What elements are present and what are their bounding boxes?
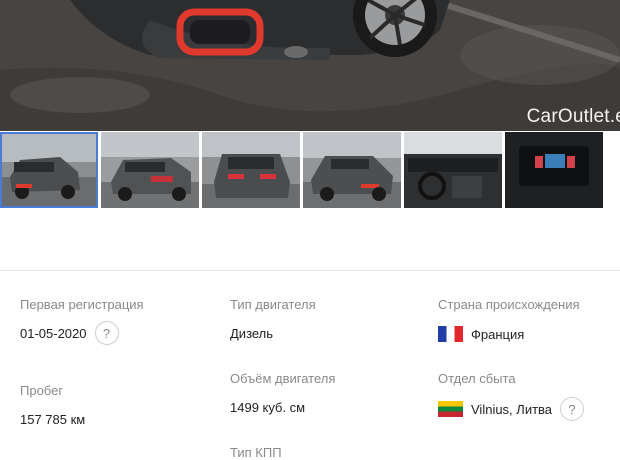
thumbnail-3[interactable] xyxy=(202,132,300,208)
transmission-label: Тип КПП xyxy=(230,445,282,460)
first-registration: Первая регистрация 01-05-2020 ? xyxy=(20,297,144,345)
help-icon[interactable]: ? xyxy=(94,321,119,345)
origin-country: Страна происхождения Франция xyxy=(438,297,580,342)
car-rear-left-image xyxy=(101,132,199,208)
origin-country-label: Страна происхождения xyxy=(438,297,580,312)
flag-lithuania-icon xyxy=(438,401,463,417)
mileage-value: 157 785 км xyxy=(20,412,86,427)
transmission: Тип КПП xyxy=(230,445,282,460)
first-registration-label: Первая регистрация xyxy=(20,297,144,312)
car-front-left-image xyxy=(0,132,98,208)
car-rear-image xyxy=(202,132,300,208)
car-interior-image xyxy=(404,132,502,208)
mileage-label: Пробег xyxy=(20,383,64,398)
origin-country-value: Франция xyxy=(471,326,525,342)
engine-volume-label: Объём двигателя xyxy=(230,371,336,386)
main-photo[interactable]: CarOutlet.e xyxy=(0,0,620,131)
mileage: Пробег 157 785 км xyxy=(20,383,85,427)
dashboard-image xyxy=(505,132,603,208)
engine-volume-value: 1499 куб. см xyxy=(230,400,306,415)
flag-france-icon xyxy=(438,326,463,342)
thumbnail-6[interactable] xyxy=(505,132,603,208)
thumbnail-2[interactable] xyxy=(101,132,199,208)
sales-department: Отдел сбыта Vilnius, Литва ? xyxy=(438,371,585,421)
engine-type: Тип двигателя Дизель xyxy=(230,297,316,341)
engine-type-value: Дизель xyxy=(230,326,274,341)
watermark: CarOutlet.e xyxy=(526,106,620,127)
thumbnail-strip xyxy=(0,132,620,208)
section-divider xyxy=(0,270,620,271)
sales-department-value: Vilnius, Литва xyxy=(471,401,553,417)
help-icon[interactable]: ? xyxy=(560,397,585,421)
thumbnail-1[interactable] xyxy=(0,132,98,208)
first-registration-value: 01-05-2020 xyxy=(20,325,87,341)
thumbnail-4[interactable] xyxy=(303,132,401,208)
car-front-right-image xyxy=(303,132,401,208)
sales-department-label: Отдел сбыта xyxy=(438,371,516,386)
engine-type-label: Тип двигателя xyxy=(230,297,316,312)
thumbnail-5[interactable] xyxy=(404,132,502,208)
engine-volume: Объём двигателя 1499 куб. см xyxy=(230,371,335,415)
